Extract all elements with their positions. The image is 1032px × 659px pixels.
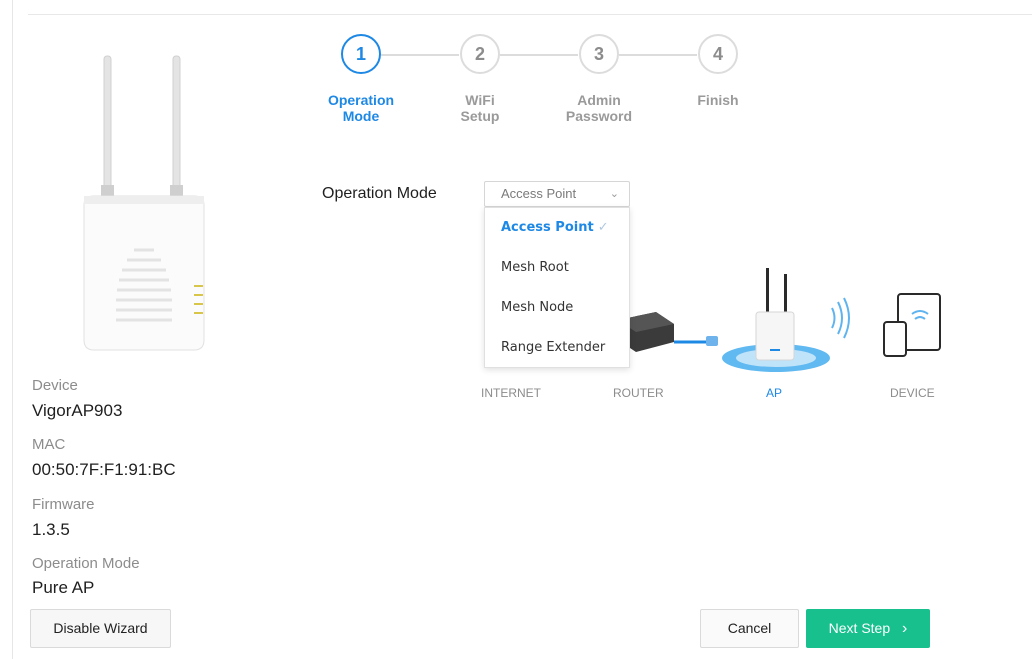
- step-2-label: WiFi Setup: [425, 92, 535, 124]
- operation-mode-dropdown: Access Point ✓ Mesh Root Mesh Node Range …: [484, 207, 630, 368]
- step-connector: [500, 54, 578, 56]
- option-mesh-node[interactable]: Mesh Node: [485, 288, 629, 328]
- step-1-label-line1: Operation: [327, 92, 395, 108]
- topology-label-internet: INTERNET: [481, 386, 541, 400]
- top-border: [28, 14, 1032, 15]
- step-2-label-line2: Setup: [460, 108, 500, 124]
- select-value: Access Point: [501, 186, 577, 201]
- step-4-label-line1: Finish: [697, 92, 739, 108]
- step-1-label-line2: Mode: [342, 108, 380, 124]
- topology-label-device: DEVICE: [890, 386, 935, 400]
- check-icon: ✓: [597, 220, 609, 235]
- next-step-label: Next Step: [828, 620, 891, 636]
- mac-value: 00:50:7F:F1:91:BC: [32, 460, 176, 479]
- access-point-device-image: [83, 55, 205, 351]
- network-topology-diagram: [618, 268, 941, 372]
- step-1-circle: 1: [341, 34, 381, 74]
- step-3-circle: 3: [579, 34, 619, 74]
- operation-mode-info-value: Pure AP: [32, 578, 95, 597]
- option-access-point[interactable]: Access Point ✓: [485, 208, 629, 248]
- step-connector: [381, 54, 459, 56]
- chevron-down-icon: ⌄: [609, 188, 619, 200]
- step-2-label-line1: WiFi: [465, 92, 495, 108]
- operation-mode-label: Operation Mode: [322, 185, 437, 202]
- left-border: [12, 0, 13, 659]
- disable-wizard-button[interactable]: Disable Wizard: [30, 609, 171, 648]
- devices-icon: [883, 293, 941, 357]
- wifi-waves-icon: [831, 297, 850, 339]
- option-range-extender[interactable]: Range Extender: [485, 328, 629, 368]
- mac-label: MAC: [32, 436, 66, 453]
- next-step-button[interactable]: Next Step ›: [806, 609, 930, 648]
- access-point-icon: [755, 268, 795, 361]
- step-4-label: Finish: [663, 92, 773, 108]
- option-label: Access Point: [501, 220, 594, 235]
- step-connector: [619, 54, 697, 56]
- step-3-label-line2: Password: [565, 108, 633, 124]
- cancel-button[interactable]: Cancel: [700, 609, 799, 648]
- step-3-label: Admin Password: [544, 92, 654, 124]
- firmware-value: 1.3.5: [32, 520, 70, 539]
- step-4-circle: 4: [698, 34, 738, 74]
- device-value: VigorAP903: [32, 401, 123, 420]
- step-2-circle: 2: [460, 34, 500, 74]
- operation-mode-info-label: Operation Mode: [32, 555, 140, 572]
- chevron-right-icon: ›: [902, 620, 908, 637]
- option-mesh-root[interactable]: Mesh Root: [485, 248, 629, 288]
- step-1-label: Operation Mode: [306, 92, 416, 124]
- operation-mode-select[interactable]: Access Point ⌄: [484, 181, 630, 207]
- firmware-label: Firmware: [32, 496, 95, 513]
- step-3-label-line1: Admin: [577, 92, 621, 108]
- device-label: Device: [32, 377, 78, 394]
- topology-label-ap: AP: [766, 386, 783, 400]
- topology-label-router: ROUTER: [613, 386, 664, 400]
